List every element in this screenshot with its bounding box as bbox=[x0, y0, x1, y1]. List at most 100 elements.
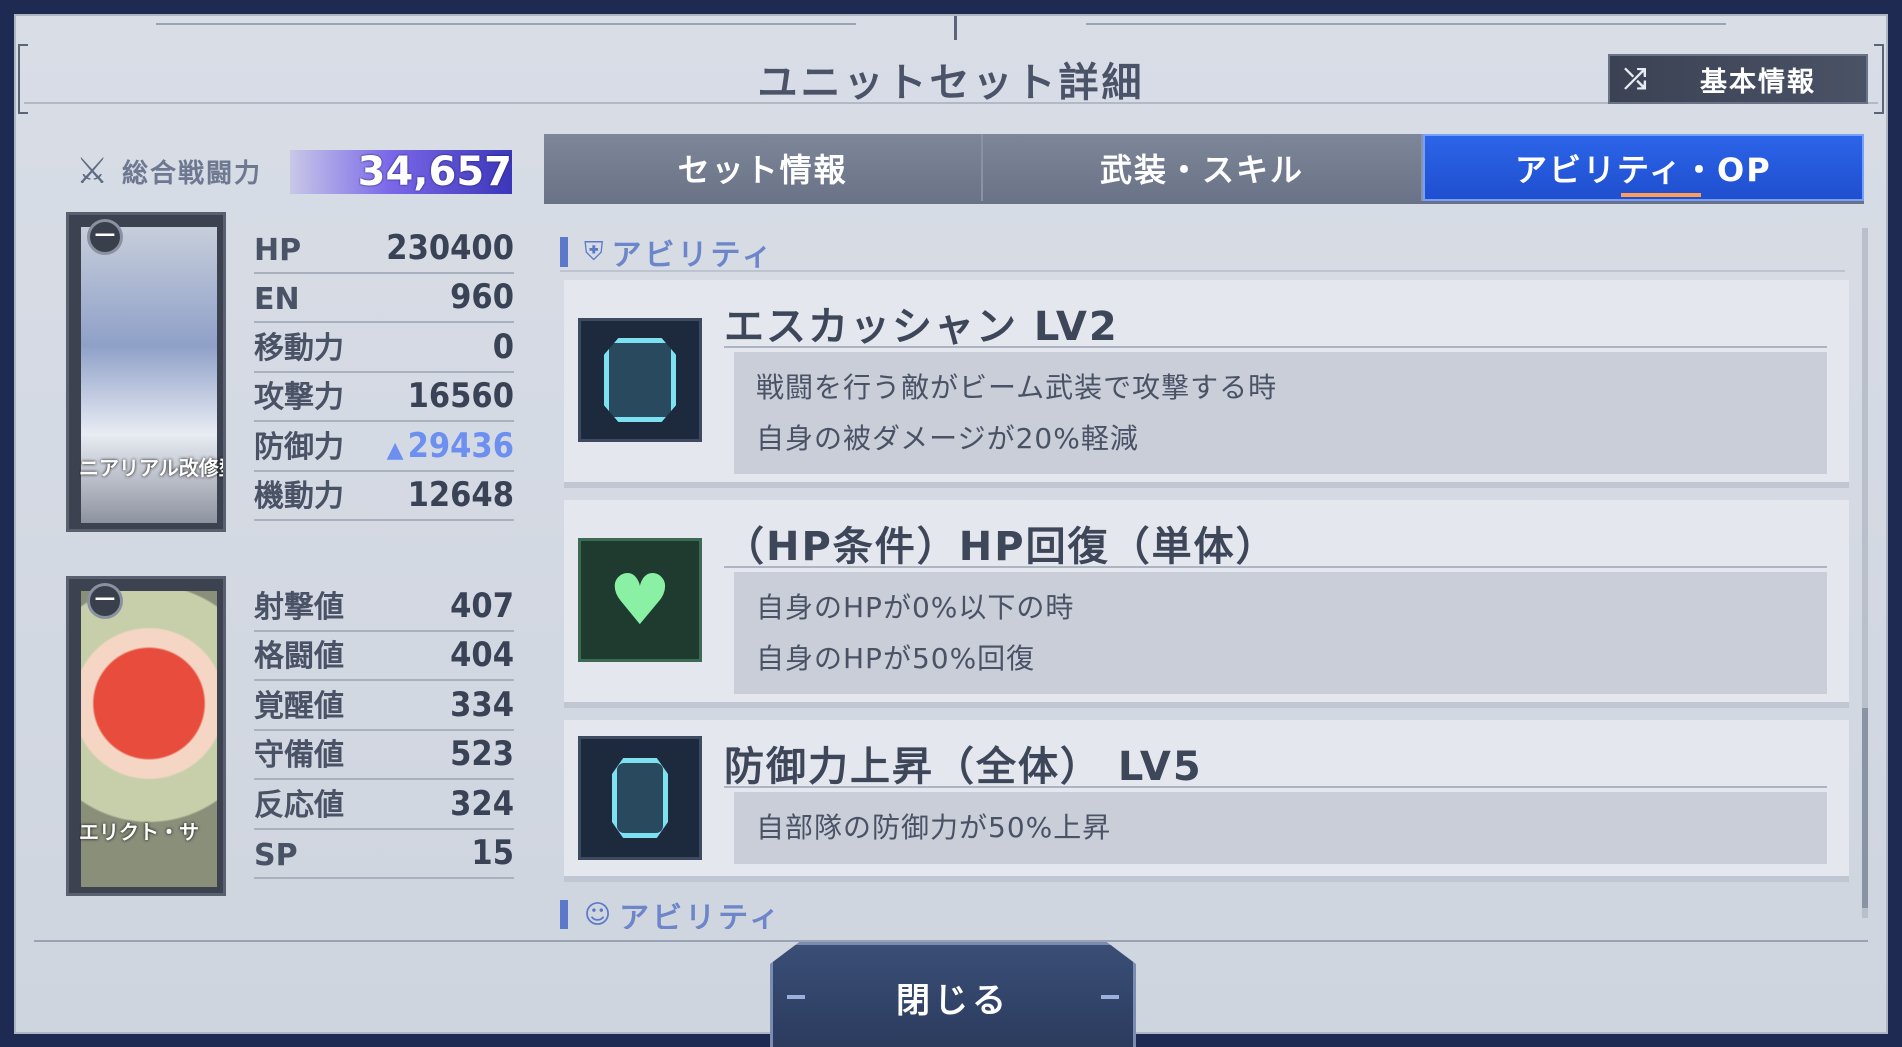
stat-label: 攻撃力 bbox=[254, 380, 344, 415]
pilot-name: エリクト・サ bbox=[79, 820, 199, 844]
basic-info-label: 基本情報 bbox=[1700, 66, 1816, 98]
ability-description: 戦闘を行う敵がビーム武装で攻撃する時 自身の被ダメージが20%軽減 bbox=[734, 352, 1827, 474]
ability-card[interactable]: 防御力上昇（全体） LV5 自部隊の防御力が50%上昇 bbox=[564, 720, 1849, 882]
close-label: 閉じる bbox=[896, 980, 1010, 1021]
ability-description: 自身のHPが0%以下の時 自身のHPが50%回復 bbox=[734, 572, 1827, 694]
ability-list[interactable]: ⛨ アビリティ エスカッシャン LV2 戦闘を行う敵がビーム武装で攻撃する時 自… bbox=[544, 224, 1866, 929]
crossed-swords-icon: ⚔ bbox=[76, 150, 109, 192]
stat-value: 12648 bbox=[407, 475, 514, 515]
unit-portrait[interactable]: − ニアリアル改修型 bbox=[66, 212, 226, 532]
shuffle-icon: ⤮ bbox=[1624, 62, 1647, 95]
tab-bar: セット情報 武装・スキル アビリティ・OP bbox=[544, 134, 1864, 204]
stat-value: 29436 bbox=[407, 425, 514, 466]
remove-pilot-button[interactable]: − bbox=[87, 583, 123, 619]
total-power-label: 総合戦闘力 bbox=[122, 158, 263, 189]
stat-label: 格闘値 bbox=[254, 639, 344, 674]
frame-decoration bbox=[156, 23, 856, 25]
stat-label: 反応値 bbox=[254, 787, 344, 823]
stat-label: 覚醒値 bbox=[254, 688, 344, 724]
stat-mobility: 機動力 12648 bbox=[254, 472, 514, 521]
stat-value: 324 bbox=[450, 783, 514, 824]
stat-attack: 攻撃力 16560 bbox=[254, 373, 514, 422]
page-title: ユニットセット詳細 bbox=[757, 60, 1145, 106]
heart-sparkle-icon: ♥ bbox=[578, 538, 702, 662]
stat-melee: 格闘値 404 bbox=[254, 632, 514, 681]
stat-value: 0 bbox=[492, 326, 514, 367]
unit-name: ニアリアル改修型 bbox=[79, 456, 223, 480]
tab-label: 武装・スキル bbox=[1099, 150, 1304, 189]
ability-card[interactable]: ♥ （HP条件）HP回復（単体） 自身のHPが0%以下の時 自身のHPが50%回… bbox=[564, 500, 1849, 708]
divider bbox=[24, 102, 1878, 104]
tab-weapons-skills[interactable]: 武装・スキル bbox=[983, 134, 1423, 201]
divider bbox=[724, 786, 1827, 788]
stat-move: 移動力 0 bbox=[254, 323, 514, 373]
close-button[interactable]: 閉じる bbox=[770, 942, 1136, 1047]
stat-label: 射撃値 bbox=[254, 589, 344, 625]
unit-stats: HP 230400 EN 960 移動力 0 攻撃力 16560 防御力 ▲ 29… bbox=[254, 224, 514, 521]
stat-guard: 守備値 523 bbox=[254, 731, 514, 780]
ability-line: 戦闘を行う敵がビーム武装で攻撃する時 bbox=[756, 371, 1278, 404]
pilot-icon: ☺ bbox=[584, 900, 612, 929]
stat-value: 15 bbox=[471, 833, 514, 873]
stat-label: EN bbox=[254, 282, 300, 317]
section-bar bbox=[560, 237, 568, 267]
stat-hp: HP 230400 bbox=[254, 224, 514, 274]
scrollbar-thumb[interactable] bbox=[1862, 708, 1868, 908]
active-tab-indicator bbox=[1621, 193, 1702, 197]
buff-up-icon: ▲ bbox=[386, 437, 404, 463]
ability-name: エスカッシャン LV2 bbox=[724, 304, 1119, 350]
defense-icon bbox=[578, 736, 702, 860]
stat-value: 960 bbox=[450, 277, 514, 317]
stat-value: 523 bbox=[450, 734, 514, 774]
stat-value: 404 bbox=[450, 635, 514, 675]
divider bbox=[34, 940, 1868, 942]
tab-label: アビリティ・OP bbox=[1514, 150, 1772, 189]
stat-shooting: 射撃値 407 bbox=[254, 582, 514, 632]
stat-label: 防御力 bbox=[254, 429, 344, 465]
stat-value: 230400 bbox=[386, 227, 514, 268]
tab-label: セット情報 bbox=[677, 150, 848, 189]
scrollbar[interactable] bbox=[1862, 228, 1868, 918]
divider bbox=[724, 346, 1827, 348]
stat-value: 16560 bbox=[407, 376, 514, 416]
button-decoration bbox=[1101, 995, 1119, 999]
divider bbox=[724, 566, 1827, 568]
stat-label: 移動力 bbox=[254, 330, 344, 366]
ability-line: 自部隊の防御力が50%上昇 bbox=[756, 811, 1112, 844]
ability-card[interactable]: エスカッシャン LV2 戦闘を行う敵がビーム武装で攻撃する時 自身の被ダメージが… bbox=[564, 280, 1849, 488]
frame-decoration bbox=[954, 16, 957, 40]
section-header: ☺ アビリティ bbox=[560, 896, 1845, 929]
stat-defense: 防御力 ▲ 29436 bbox=[254, 422, 514, 472]
window-frame: ユニットセット詳細 ⤮ 基本情報 ⚔ 総合戦闘力 34,657 − ニアリアル改… bbox=[14, 14, 1888, 1034]
button-decoration bbox=[787, 995, 805, 999]
stat-label: 機動力 bbox=[254, 479, 344, 514]
stat-value-wrap: ▲ 29436 bbox=[387, 426, 514, 466]
frame-decoration bbox=[1086, 23, 1726, 25]
section-title: アビリティ bbox=[619, 901, 783, 929]
ability-name: 防御力上昇（全体） LV5 bbox=[724, 744, 1203, 790]
ability-line: 自身の被ダメージが20%軽減 bbox=[756, 422, 1139, 455]
stat-awakening: 覚醒値 334 bbox=[254, 681, 514, 731]
tab-abilities-op[interactable]: アビリティ・OP bbox=[1422, 134, 1864, 201]
stat-value: 334 bbox=[450, 684, 514, 725]
total-power-value: 34,657 bbox=[357, 149, 512, 195]
ability-line: 自身のHPが0%以下の時 bbox=[756, 591, 1075, 624]
ability-description: 自部隊の防御力が50%上昇 bbox=[734, 792, 1827, 864]
section-header: ⛨ アビリティ bbox=[560, 234, 1845, 273]
stat-sp: SP 15 bbox=[254, 830, 514, 879]
shield-hex-icon bbox=[578, 318, 702, 442]
pilot-portrait[interactable]: − エリクト・サ bbox=[66, 576, 226, 896]
basic-info-button[interactable]: ⤮ 基本情報 bbox=[1608, 54, 1868, 104]
ability-line: 自身のHPが50%回復 bbox=[756, 642, 1036, 675]
section-bar bbox=[560, 900, 568, 929]
stat-value: 407 bbox=[450, 585, 514, 626]
remove-unit-button[interactable]: − bbox=[87, 219, 123, 255]
stat-label: SP bbox=[254, 838, 298, 873]
ability-name: （HP条件）HP回復（単体） bbox=[724, 524, 1278, 570]
stat-label: HP bbox=[254, 232, 302, 268]
pilot-stats: 射撃値 407 格闘値 404 覚醒値 334 守備値 523 反応値 324 … bbox=[254, 582, 514, 879]
tab-set-info[interactable]: セット情報 bbox=[544, 134, 984, 201]
stat-en: EN 960 bbox=[254, 274, 514, 323]
stat-reaction: 反応値 324 bbox=[254, 780, 514, 830]
section-title: アビリティ bbox=[611, 238, 775, 273]
